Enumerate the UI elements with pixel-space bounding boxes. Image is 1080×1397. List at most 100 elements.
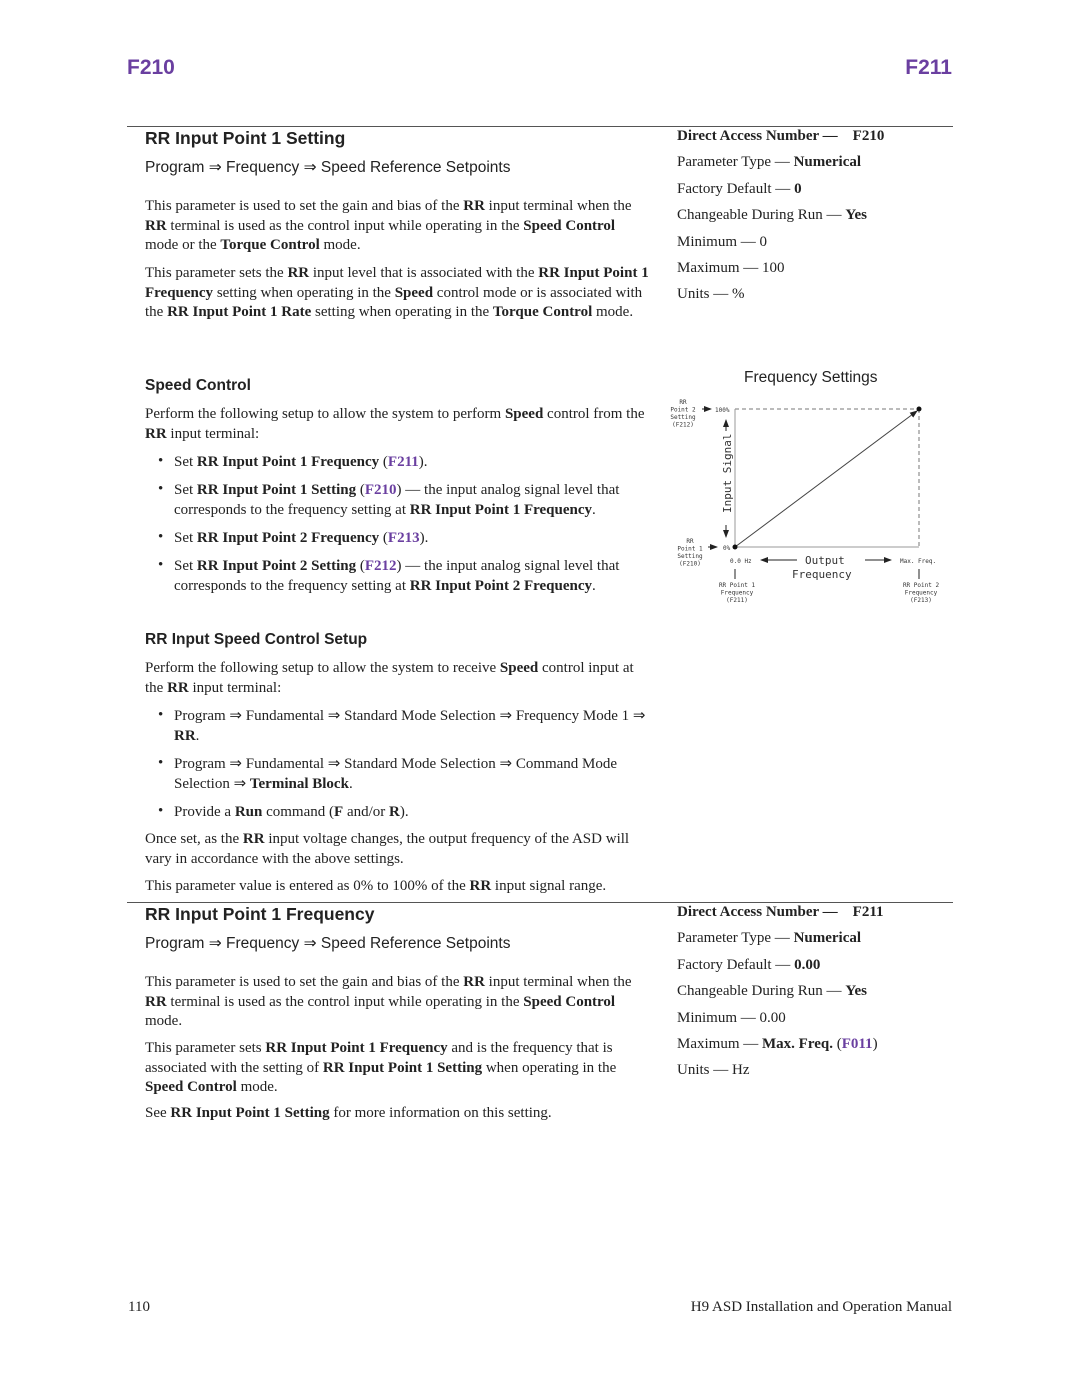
parameter-link[interactable]: F011: [842, 1036, 873, 1052]
text-run: Speed Control: [145, 1079, 237, 1096]
diagram-label-line: RR Point 2: [903, 582, 940, 589]
text-run: terminal is used as the control input wh…: [166, 217, 524, 234]
point-2-frequency-label: RR Point 2Frequency(F213): [903, 582, 940, 604]
parameter-link[interactable]: F212: [365, 558, 397, 574]
bullet-icon: •: [158, 481, 164, 497]
text-run: Factory Default —: [677, 956, 795, 973]
text-run: when operating in the: [482, 1059, 617, 1076]
text-run: See: [145, 1105, 171, 1121]
text-run: (: [356, 558, 365, 574]
text-run: Set: [174, 530, 197, 546]
diagram-label-line: (F211): [726, 597, 748, 604]
text-run: Minimum — 0: [677, 233, 768, 250]
text-run: Speed: [504, 406, 544, 422]
bullet-item: Set RR Input Point 1 Frequency (F211).: [174, 453, 652, 473]
text-run: RR: [167, 679, 189, 696]
bullet-icon: •: [158, 557, 164, 573]
text-run: (: [379, 530, 388, 546]
text-run: .: [592, 501, 596, 518]
spec-row: Changeable During Run — Yes: [677, 207, 867, 224]
text-run: Program ⇒ Fundamental ⇒ Standard Mode Se…: [174, 708, 646, 724]
text-run: ).: [399, 804, 409, 820]
text-run: 0: [794, 180, 802, 197]
text-run: F: [334, 804, 344, 820]
spec-row: Minimum — 0: [677, 234, 767, 251]
text-run: Parameter Type —: [677, 154, 794, 171]
divider: [127, 126, 953, 127]
point-2: [916, 406, 922, 412]
text-run: setting when operating in the: [213, 284, 395, 301]
text-run: for more information on this setting.: [329, 1105, 552, 1121]
point-1-frequency-label: RR Point 1Frequency(F211): [719, 582, 756, 604]
text-run: and/or: [343, 804, 390, 820]
bullet-item: Set RR Input Point 2 Frequency (F213).: [174, 529, 652, 549]
bullet-item: Provide a Run command (F and/or R).: [174, 803, 652, 823]
text-run: ).: [419, 530, 429, 546]
text-run: Program ⇒ Fundamental ⇒ Standard Mode Se…: [174, 756, 618, 792]
text-run: Speed: [394, 284, 434, 301]
paragraph: This parameter is used to set the gain a…: [145, 973, 651, 1032]
bullet-icon: •: [158, 453, 164, 469]
text-run: input terminal:: [188, 679, 282, 696]
paragraph: This parameter sets RR Input Point 1 Fre…: [145, 1039, 651, 1098]
text-run: Torque Control: [220, 237, 320, 254]
text-run: Once set, as the: [145, 831, 243, 847]
text-run: (: [356, 482, 365, 498]
text-run: (: [379, 454, 388, 470]
spec-row: Factory Default — 0: [677, 181, 802, 198]
section-title: RR Input Point 1 Frequency: [145, 904, 375, 924]
diagram-label-line: RR: [679, 399, 687, 406]
section-title: RR Input Point 1 Setting: [145, 128, 346, 148]
x-axis-title-2: Frequency: [792, 568, 852, 581]
text-run: Yes: [845, 207, 867, 224]
response-line: [734, 410, 918, 548]
bullet-icon: •: [158, 755, 164, 771]
text-run: This parameter sets: [145, 1040, 266, 1056]
spec-row: Direct Access Number — F210: [677, 128, 884, 145]
menu-path: Program ⇒ Frequency ⇒ Speed Reference Se…: [145, 935, 511, 952]
manual-title: H9 ASD Installation and Operation Manual: [690, 1299, 952, 1315]
text-run: input terminal when the: [484, 974, 632, 990]
text-run: This parameter value is entered as 0% to…: [145, 878, 470, 894]
spec-row: Minimum — 0.00: [677, 1010, 786, 1027]
text-run: Numerical: [793, 930, 862, 947]
subheading-speed-control: Speed Control: [145, 377, 251, 394]
diagram-label-line: Setting: [670, 414, 696, 421]
text-run: mode.: [319, 237, 361, 254]
parameter-link[interactable]: F213: [388, 530, 420, 546]
text-run: RR Input Point 1 Setting: [196, 482, 357, 498]
text-run: This parameter sets the: [145, 265, 288, 281]
text-run: Direct Access Number — F211: [677, 904, 884, 920]
x-left-label: 0.0 Hz: [730, 558, 752, 565]
text-run: RR Input Point 2 Frequency: [409, 577, 593, 594]
text-run: Maximum — 100: [677, 260, 785, 276]
text-run: RR Input Point 1 Setting: [170, 1105, 330, 1121]
text-run: Changeable During Run —: [677, 983, 846, 1000]
text-run: RR: [463, 974, 485, 990]
parameter-link[interactable]: F210: [365, 482, 397, 498]
text-run: ).: [418, 454, 428, 470]
text-run: Minimum — 0.00: [677, 1009, 786, 1026]
paragraph: This parameter is used to set the gain a…: [145, 197, 651, 256]
text-run: RR: [145, 217, 167, 234]
text-run: Set: [174, 454, 197, 470]
text-run: Units — %: [677, 286, 745, 303]
menu-path: Program ⇒ Frequency ⇒ Speed Reference Se…: [145, 159, 511, 176]
text-run: Speed Control: [523, 217, 616, 234]
diagram-title: Frequency Settings: [744, 369, 878, 386]
text-run: This parameter is used to set the gain a…: [145, 974, 464, 990]
text-run: RR Input Point 1 Frequency: [409, 501, 593, 518]
page-header-right: F211: [905, 56, 952, 79]
text-run: .: [348, 775, 353, 792]
text-run: RR: [469, 878, 492, 894]
text-run: This parameter is used to set the gain a…: [145, 198, 464, 214]
spec-row: Units — Hz: [677, 1062, 750, 1079]
text-run: (: [832, 1036, 842, 1052]
diagram-label-line: Point 2: [670, 407, 696, 414]
text-run: RR: [463, 198, 485, 214]
text-run: Provide a: [174, 804, 235, 820]
y-axis-title: Input Signal: [721, 434, 734, 513]
parameter-link[interactable]: F211: [388, 454, 419, 470]
spec-row: Units — %: [677, 286, 745, 303]
text-run: Torque Control: [492, 304, 593, 321]
